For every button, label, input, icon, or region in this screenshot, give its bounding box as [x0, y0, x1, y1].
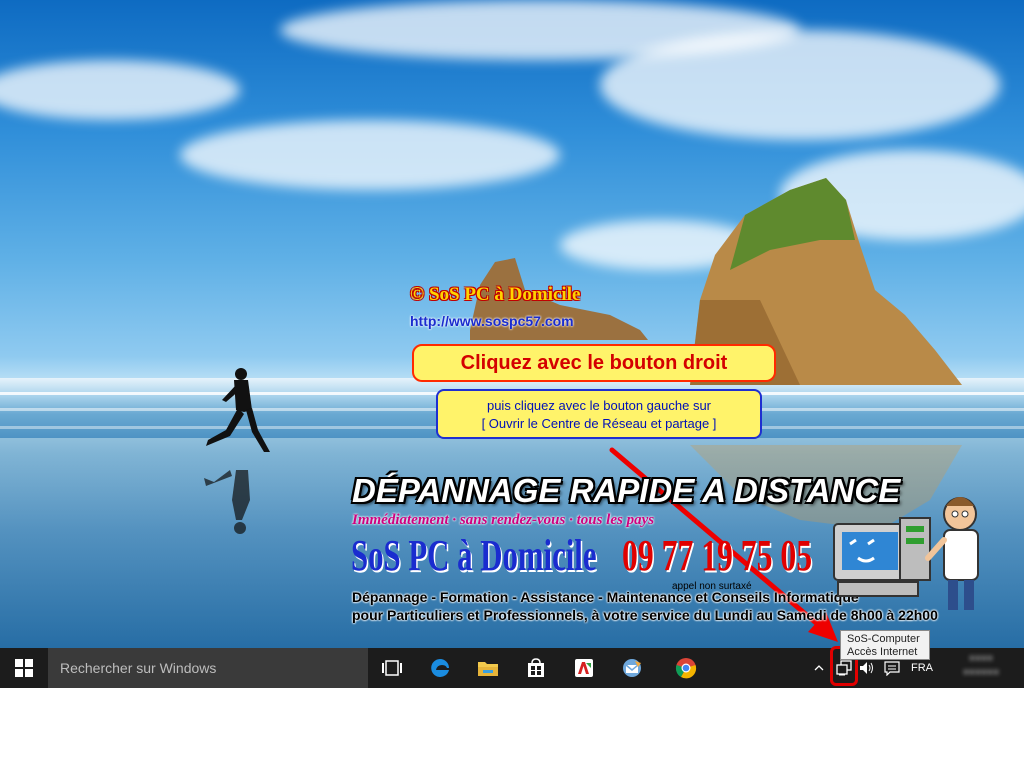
windows-logo-icon [15, 659, 33, 677]
file-explorer-icon [478, 662, 498, 676]
store-button[interactable] [512, 648, 560, 688]
store-icon [528, 658, 544, 677]
language-indicator: FRA [911, 662, 933, 674]
instruction-step2-line2: [ Ouvrir le Centre de Réseau et partage … [481, 416, 717, 431]
runner-silhouette [206, 368, 270, 452]
volume-icon [860, 662, 873, 674]
banner-phone: 09 77 19 75 05 [622, 531, 813, 580]
red-app-icon [575, 659, 593, 677]
banner-subtitle: Immédiatement · sans rendez-vous · tous … [352, 512, 655, 528]
search-placeholder: Rechercher sur Windows [60, 660, 217, 676]
technician-mascot-icon [833, 497, 979, 610]
file-explorer-button[interactable] [464, 648, 512, 688]
runner-reflection [204, 470, 250, 534]
tooltip-line2: Accès Internet [847, 646, 918, 658]
task-view-icon [382, 660, 402, 676]
instruction-step1: Cliquez avec le bouton droit [412, 344, 776, 382]
notification-icon [884, 661, 900, 676]
edge-icon [431, 659, 449, 677]
chevron-up-icon [814, 665, 824, 671]
email-app-icon [623, 659, 641, 677]
start-button[interactable] [0, 648, 48, 688]
chrome-icon [675, 658, 697, 679]
clock-blurred[interactable]: ■■■■ ■■■■■■ [946, 652, 1016, 684]
red-app-button[interactable] [560, 648, 608, 688]
network-tooltip: SoS-Computer Accès Internet [840, 630, 930, 660]
task-view-button[interactable] [368, 648, 416, 688]
banner-title: DÉPANNAGE RAPIDE A DISTANCE [352, 472, 901, 509]
instruction-step2-line1: puis cliquez avec le bouton gauche sur [486, 398, 712, 413]
show-hidden-icons-button[interactable] [808, 648, 830, 688]
taskbar-search-box[interactable]: Rechercher sur Windows [48, 648, 368, 688]
banner-services: Dépannage - Formation - Assistance - Mai… [352, 589, 859, 605]
chrome-button[interactable] [662, 648, 710, 688]
instruction-step2: puis cliquez avec le bouton gauche sur [… [436, 389, 762, 439]
website-url: http://www.sospc57.com [410, 313, 574, 329]
tooltip-line1: SoS-Computer [847, 633, 920, 645]
edge-button[interactable] [416, 648, 464, 688]
banner-brand: SoS PC à Domicile [351, 531, 597, 580]
email-app-button[interactable] [608, 648, 656, 688]
copyright-watermark: © SoS PC à Domicile [410, 284, 581, 305]
